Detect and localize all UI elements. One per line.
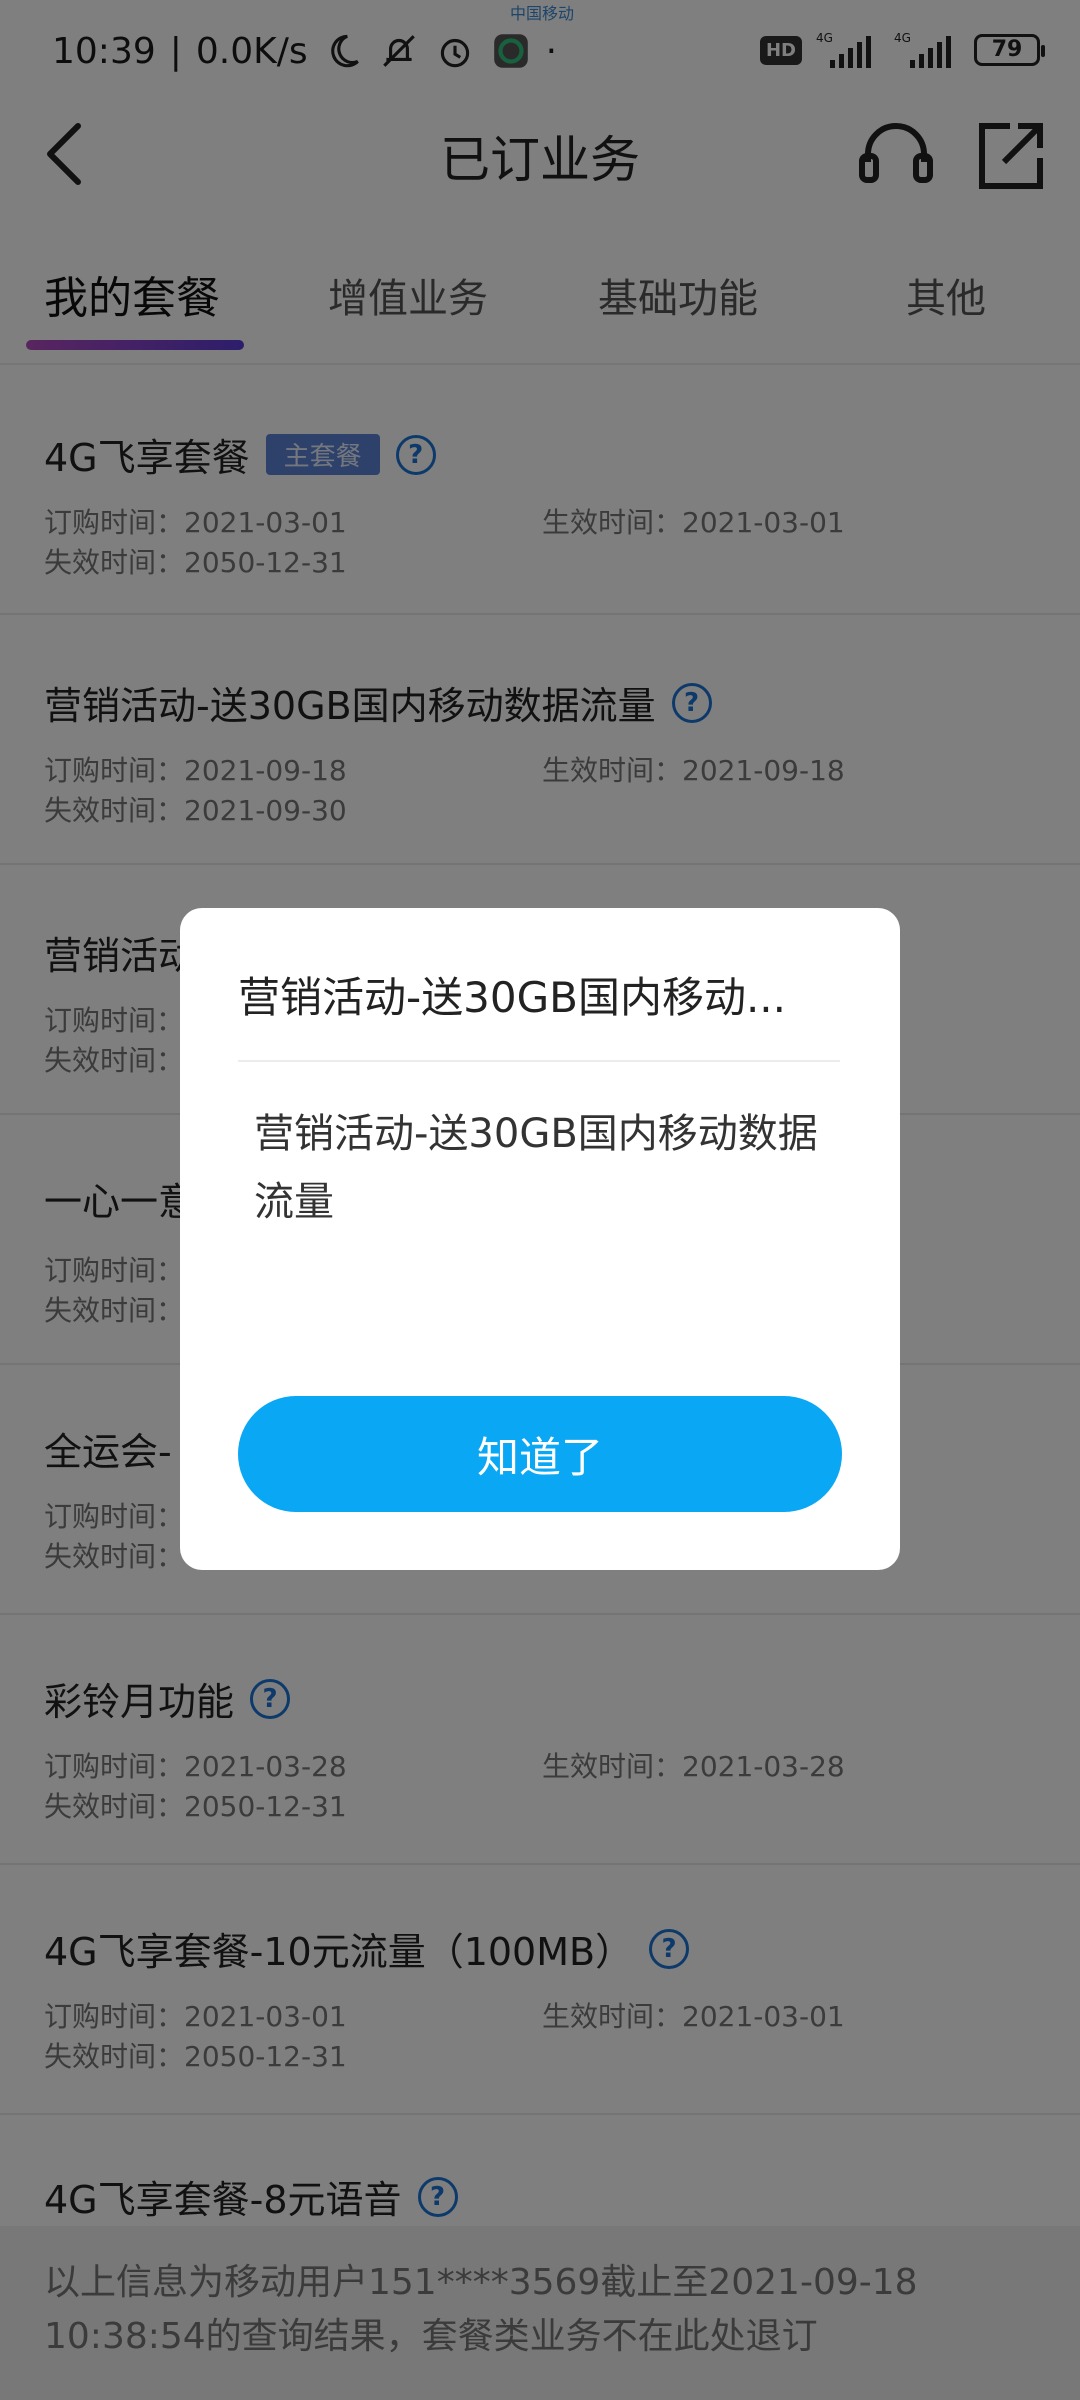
dialog-divider — [238, 1060, 840, 1062]
got-it-button[interactable]: 知道了 — [238, 1396, 842, 1512]
info-dialog: 营销活动-送30GB国内移动... 营销活动-送30GB国内移动数据流量 知道了 — [180, 908, 900, 1570]
dialog-message: 营销活动-送30GB国内移动数据流量 — [254, 1111, 818, 1225]
dialog-title: 营销活动-送30GB国内移动... — [238, 973, 787, 1022]
